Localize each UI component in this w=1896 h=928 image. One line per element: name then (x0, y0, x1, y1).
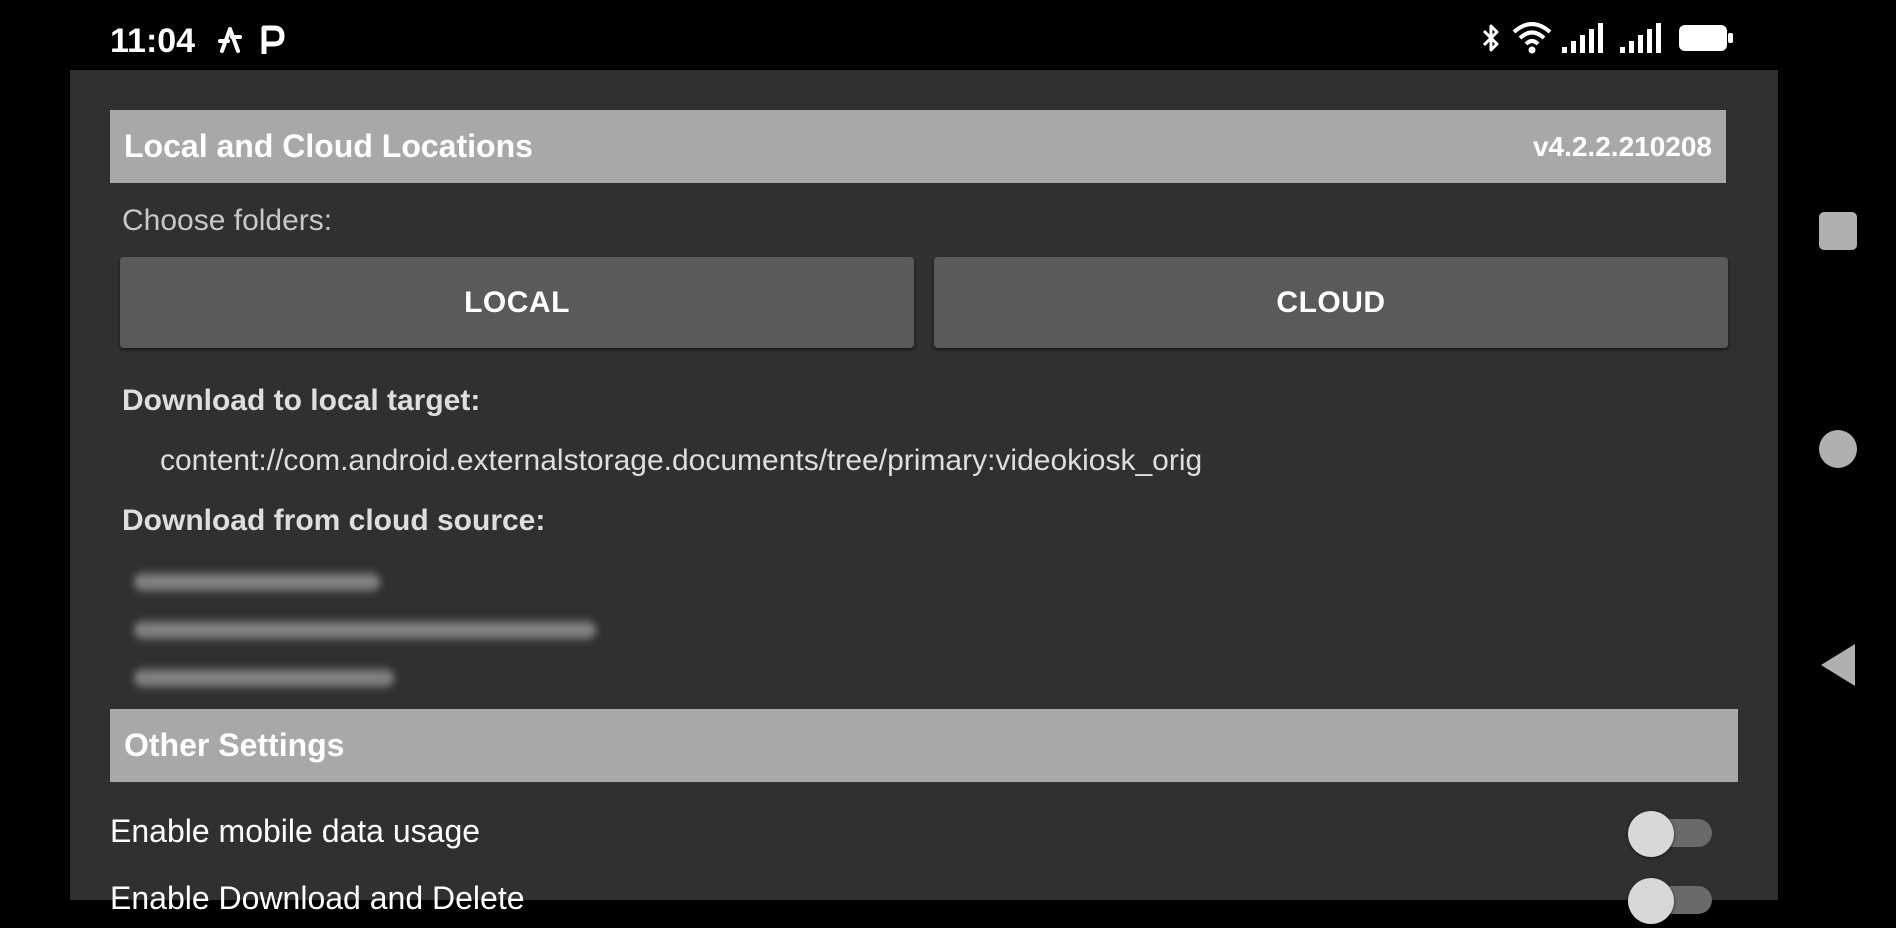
signal-icon (1562, 23, 1610, 58)
battery-icon (1678, 24, 1734, 57)
other-settings-title: Other Settings (124, 727, 345, 763)
status-time: 11:04 (110, 22, 196, 60)
bluetooth-icon (1480, 22, 1502, 59)
app-version: v4.2.2.210208 (1532, 130, 1712, 162)
redacted-cloud-source-line (134, 620, 596, 640)
status-bar: 11:04 (0, 0, 1780, 70)
back-icon (1817, 642, 1859, 693)
back-button[interactable] (1780, 612, 1896, 722)
status-right-icons (1480, 22, 1734, 59)
mobile-data-toggle[interactable] (1624, 811, 1720, 857)
setting-download-delete[interactable]: Enable Download and Delete (110, 868, 1712, 928)
signal-icon-2 (1620, 23, 1668, 58)
setting-mobile-data[interactable]: Enable mobile data usage (110, 801, 1712, 861)
locations-section-title: Local and Cloud Locations (124, 128, 533, 164)
recents-icon (1817, 210, 1859, 257)
recents-button[interactable] (1780, 178, 1896, 288)
local-target-label: Download to local target: (122, 384, 481, 417)
cloud-button[interactable]: CLOUD (934, 257, 1728, 348)
locations-section-header: Local and Cloud Locations v4.2.2.210208 (110, 110, 1726, 183)
toggle-thumb (1628, 878, 1674, 924)
cloud-source-label: Download from cloud source: (122, 504, 546, 537)
home-button[interactable] (1780, 396, 1896, 506)
setting-label: Enable Download and Delete (110, 880, 525, 916)
local-target-value: content://com.android.externalstorage.do… (160, 444, 1203, 477)
status-left-icons (216, 24, 286, 61)
home-icon (1817, 428, 1859, 475)
setting-label: Enable mobile data usage (110, 813, 481, 849)
redacted-cloud-source-line (134, 572, 380, 592)
toggle-thumb (1628, 811, 1674, 857)
download-delete-toggle[interactable] (1624, 878, 1720, 924)
choose-folders-label: Choose folders: (122, 204, 333, 237)
wifi-icon (1512, 22, 1552, 59)
parking-icon (258, 24, 286, 61)
navigation-bar (1780, 0, 1896, 900)
local-button[interactable]: LOCAL (120, 257, 914, 348)
redacted-cloud-source-line (134, 668, 394, 688)
usb-debug-icon (216, 25, 244, 60)
other-settings-header: Other Settings (110, 709, 1738, 782)
